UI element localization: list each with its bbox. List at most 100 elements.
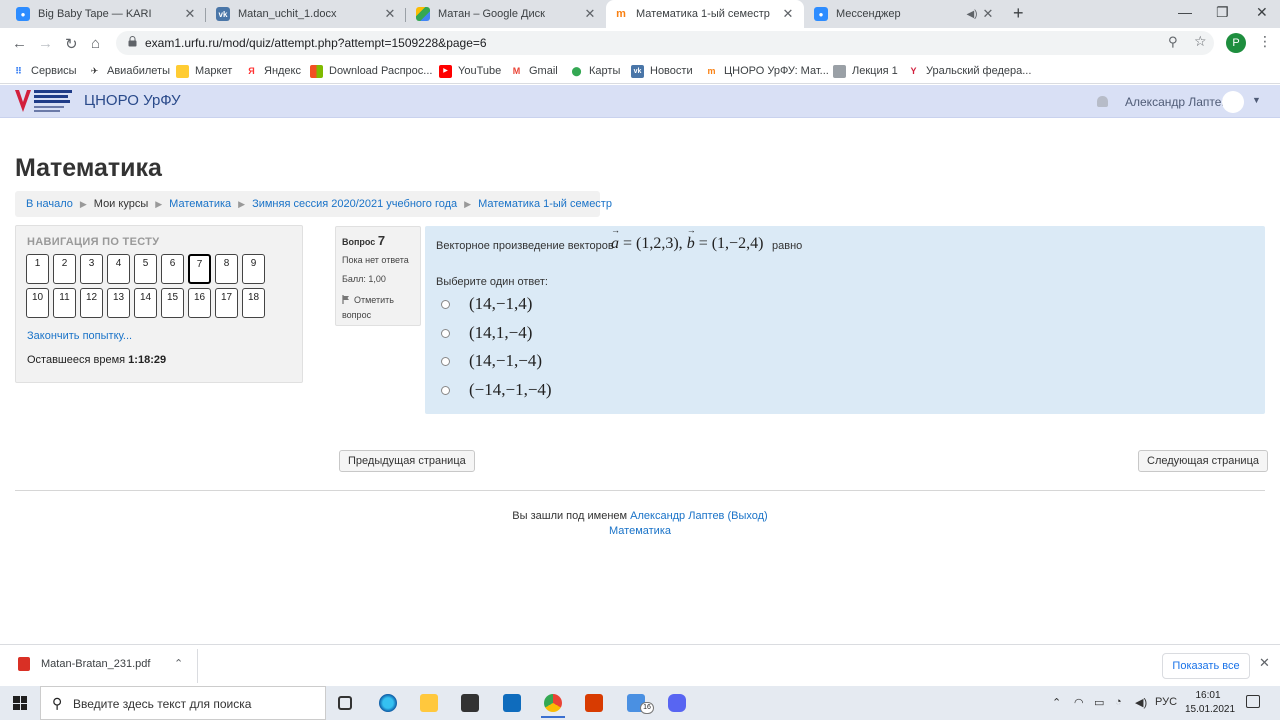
new-tab-button[interactable]: + <box>1013 3 1024 24</box>
discord-icon[interactable] <box>668 694 686 712</box>
close-icon[interactable]: ✕ <box>582 6 598 22</box>
bookmark-urfu[interactable]: Y Уральский федера... <box>907 63 1031 79</box>
chevron-up-icon[interactable]: ⌃ <box>1052 696 1061 709</box>
quiz-nav-button[interactable]: 2 <box>53 254 76 284</box>
breadcrumb-math[interactable]: Математика <box>169 198 231 210</box>
show-all-button[interactable]: Показать все <box>1162 653 1250 679</box>
quiz-nav-button[interactable]: 15 <box>161 288 184 318</box>
quiz-nav-button-current[interactable]: 7 <box>188 254 211 284</box>
quiz-nav-button[interactable]: 8 <box>215 254 238 284</box>
chrome-icon[interactable] <box>541 694 565 718</box>
breadcrumb-session[interactable]: Зимняя сессия 2020/2021 учебного года <box>252 198 457 210</box>
quiz-nav-button[interactable]: 10 <box>26 288 49 318</box>
minimize-button[interactable]: — <box>1178 4 1192 20</box>
url-omnibox[interactable]: exam1.urfu.ru/mod/quiz/attempt.php?attem… <box>116 31 1214 55</box>
battery-icon[interactable]: ▭ <box>1094 696 1104 709</box>
answer-radio[interactable] <box>441 328 450 338</box>
bookmark-gmail[interactable]: M Gmail <box>510 63 558 79</box>
user-name[interactable]: Александр Лаптев <box>1125 95 1228 109</box>
footer-course-link[interactable]: Математика <box>609 525 671 537</box>
mail-icon[interactable] <box>503 694 521 712</box>
previous-page-button[interactable]: Предыдущая страница <box>339 450 475 472</box>
bookmark-services[interactable]: ⠿ Сервисы <box>12 63 77 79</box>
speaker-icon[interactable]: ◀) <box>964 9 980 20</box>
close-icon[interactable]: ✕ <box>1259 655 1270 671</box>
reload-icon[interactable]: ↻ <box>65 35 78 53</box>
close-icon[interactable]: ✕ <box>182 6 198 22</box>
answer-option[interactable]: (14,1,−4) <box>441 322 532 344</box>
site-name[interactable]: ЦНОРО УрФУ <box>84 92 181 109</box>
flag-question-link[interactable]: Отметить вопрос <box>342 293 414 323</box>
close-icon[interactable]: ✕ <box>382 6 398 22</box>
bookmark-news[interactable]: vk Новости <box>631 63 693 79</box>
quiz-nav-button[interactable]: 16 <box>188 288 211 318</box>
bookmark-download[interactable]: Download Распрос... <box>310 63 432 79</box>
answer-radio[interactable] <box>441 385 450 395</box>
quiz-nav-button[interactable]: 11 <box>53 288 76 318</box>
answer-radio[interactable] <box>441 356 450 366</box>
answer-option-label[interactable]: (14,1,−4) <box>469 323 532 343</box>
file-explorer-icon[interactable] <box>420 694 438 712</box>
quiz-nav-button[interactable]: 4 <box>107 254 130 284</box>
clock[interactable]: 16:01 15.01.2021 <box>1185 689 1235 717</box>
network-icon[interactable]: ◔ <box>1115 696 1122 708</box>
answer-option[interactable]: (−14,−1,−4) <box>441 379 552 401</box>
taskbar-search[interactable]: ⚲ Введите здесь текст для поиска <box>40 686 326 720</box>
answer-option-label[interactable]: (14,−1,−4) <box>469 351 542 371</box>
tab-math-semester[interactable]: m Математика 1-ый семестр ✕ <box>606 0 804 28</box>
breadcrumb-semester[interactable]: Математика 1-ый семестр <box>478 198 612 210</box>
chevron-down-icon[interactable]: ▼ <box>1252 95 1261 105</box>
task-view-icon[interactable] <box>338 696 352 710</box>
tab-messenger[interactable]: ● Мессенджер ◀) ✕ <box>806 0 1004 28</box>
wifi-icon[interactable]: ◠ <box>1074 696 1084 709</box>
quiz-nav-button[interactable]: 13 <box>107 288 130 318</box>
quiz-nav-button[interactable]: 18 <box>242 288 265 318</box>
window-close-button[interactable]: ✕ <box>1256 4 1268 21</box>
quiz-nav-button[interactable]: 17 <box>215 288 238 318</box>
chevron-up-icon[interactable]: ⌃ <box>174 657 183 670</box>
next-page-button[interactable]: Следующая страница <box>1138 450 1268 472</box>
bookmark-cnoro[interactable]: m ЦНОРО УрФУ: Мат... <box>705 63 828 79</box>
close-icon[interactable]: ✕ <box>980 6 996 22</box>
close-icon[interactable]: ✕ <box>780 6 796 22</box>
volume-icon[interactable]: ◀) <box>1135 696 1147 709</box>
home-icon[interactable]: ⌂ <box>91 35 100 52</box>
answer-radio[interactable] <box>441 299 450 309</box>
tab-big-baby-tape[interactable]: ● Big Baby Tape — KARI ✕ <box>8 0 206 28</box>
forward-arrow-icon[interactable]: → <box>38 35 53 52</box>
more-menu-icon[interactable]: ⋮ <box>1258 33 1272 50</box>
maximize-button[interactable]: ❐ <box>1216 4 1229 21</box>
windows-start-icon[interactable] <box>13 696 27 710</box>
bookmark-star-icon[interactable]: ☆ <box>1194 33 1207 50</box>
quiz-nav-button[interactable]: 6 <box>161 254 184 284</box>
breadcrumb-home[interactable]: В начало <box>26 198 73 210</box>
quiz-nav-button[interactable]: 5 <box>134 254 157 284</box>
notification-center-icon[interactable] <box>1246 695 1260 708</box>
profile-avatar[interactable]: P <box>1226 33 1246 53</box>
tab-matan-docx[interactable]: vk Matan_uchit_1.docx ✕ <box>208 0 406 28</box>
bookmark-yandex[interactable]: Я Яндекс <box>245 63 301 79</box>
bookmark-maps[interactable]: ⬤ Карты <box>570 63 620 79</box>
finish-attempt-link[interactable]: Закончить попытку... <box>27 330 132 342</box>
office-icon[interactable] <box>585 694 603 712</box>
quiz-nav-button[interactable]: 12 <box>80 288 103 318</box>
quiz-nav-button[interactable]: 9 <box>242 254 265 284</box>
answer-option[interactable]: (14,−1,−4) <box>441 350 542 372</box>
answer-option-label[interactable]: (14,−1,4) <box>469 294 532 314</box>
footer-user-link[interactable]: Александр Лаптев <box>630 510 724 522</box>
edge-icon[interactable] <box>379 694 397 712</box>
download-item[interactable]: Matan-Bratan_231.pdf <box>18 657 150 671</box>
quiz-nav-button[interactable]: 1 <box>26 254 49 284</box>
bookmark-aviabilety[interactable]: ✈ Авиабилеты <box>88 63 170 79</box>
urfu-logo[interactable] <box>14 87 76 115</box>
bookmark-market[interactable]: Маркет <box>176 63 232 79</box>
logout-link[interactable]: (Выход) <box>727 510 767 522</box>
back-arrow-icon[interactable]: ← <box>12 35 27 52</box>
bookmark-youtube[interactable]: ▶ YouTube <box>439 63 501 79</box>
store-icon[interactable] <box>461 694 479 712</box>
quiz-nav-button[interactable]: 3 <box>80 254 103 284</box>
quiz-nav-button[interactable]: 14 <box>134 288 157 318</box>
user-avatar[interactable] <box>1222 91 1244 113</box>
answer-option[interactable]: (14,−1,4) <box>441 293 532 315</box>
tab-google-drive[interactable]: Матан – Google Диск ✕ <box>408 0 606 28</box>
